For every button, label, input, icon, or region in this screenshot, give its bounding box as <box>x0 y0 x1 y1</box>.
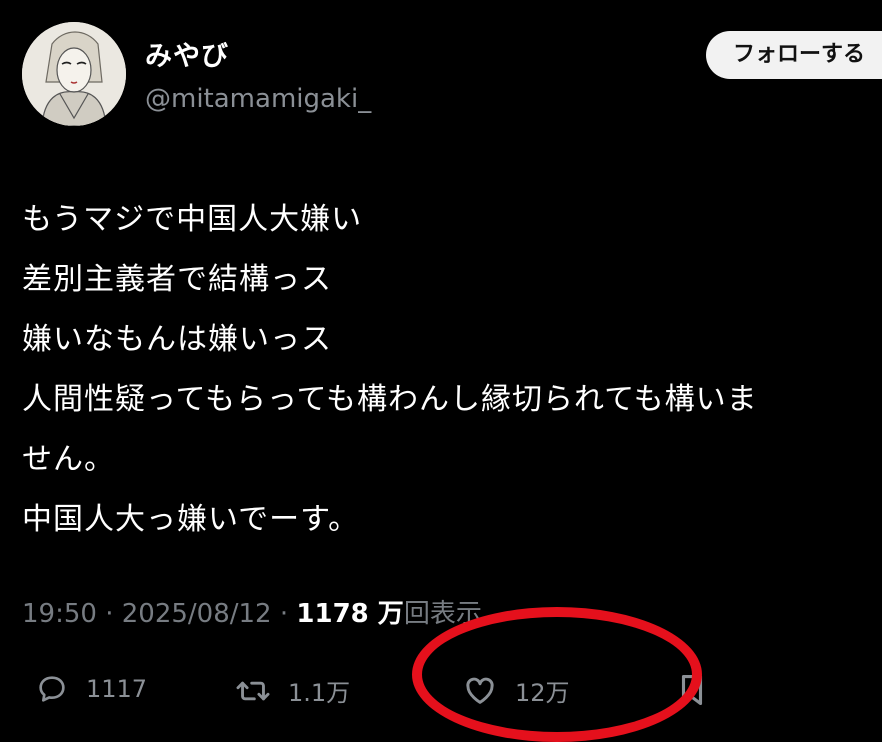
meta-separator: · <box>271 599 297 629</box>
avatar[interactable] <box>22 22 126 126</box>
author-display-name[interactable]: みやび <box>145 34 229 73</box>
tweet-line: せん。 <box>22 442 115 477</box>
retweet-button[interactable]: 1.1万 <box>236 673 350 708</box>
meta-separator: · <box>96 599 122 629</box>
speech-bubble-icon <box>39 676 65 702</box>
tweet-line: 嫌いなもんは嫌いっス <box>22 322 332 357</box>
reply-button[interactable]: 1117 <box>36 673 147 705</box>
follow-button[interactable]: フォローする <box>706 31 882 79</box>
like-button[interactable]: 12万 <box>463 673 570 708</box>
avatar-portrait-icon <box>22 22 126 126</box>
heart-icon <box>466 677 494 704</box>
tweet-line: 差別主義者で結構っス <box>22 262 332 297</box>
tweet-actions: 1117 1.1万 12万 <box>0 665 882 717</box>
tweet-text: もうマジで中国人大嫌い 差別主義者で結構っス 嫌いなもんは嫌いっス 人間性疑って… <box>22 190 882 550</box>
tweet-date[interactable]: 2025/08/12 <box>122 599 272 629</box>
view-count-suffix: 回表示 <box>403 599 482 629</box>
tweet-time[interactable]: 19:50 <box>22 599 97 629</box>
retweet-arrows-icon <box>236 681 270 700</box>
view-count: 1178 万 <box>296 599 404 629</box>
reply-count: 1117 <box>86 675 148 703</box>
bookmark-icon <box>681 674 703 706</box>
retweet-count: 1.1万 <box>288 679 351 707</box>
tweet-meta: 19:50 · 2025/08/12 · 1178 万回表示 <box>22 593 482 630</box>
tweet-line: 中国人大っ嫌いでーす。 <box>22 502 360 537</box>
tweet-line: 人間性疑ってもらっても構わんし縁切られても構いま <box>22 382 758 417</box>
like-count: 12万 <box>515 679 570 707</box>
tweet-line: もうマジで中国人大嫌い <box>22 202 363 237</box>
author-handle[interactable]: @mitamamigaki_ <box>145 84 371 114</box>
bookmark-button[interactable] <box>679 673 705 707</box>
